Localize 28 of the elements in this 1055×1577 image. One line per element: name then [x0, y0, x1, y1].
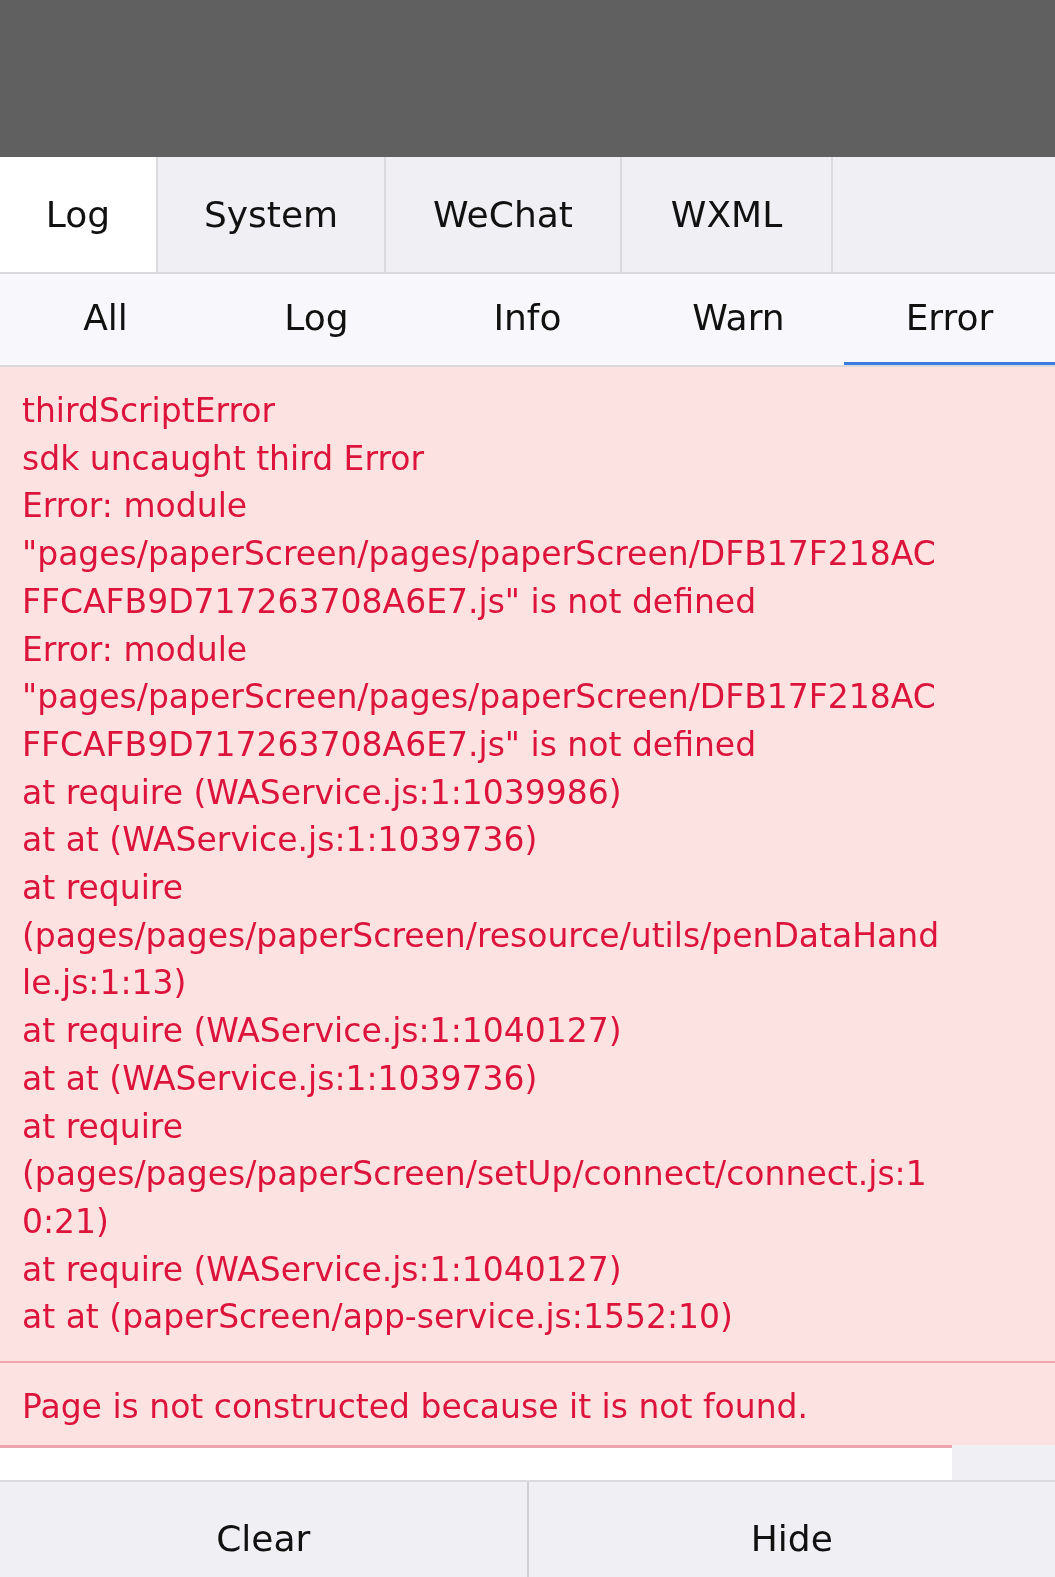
- log-line: at at (WAService.js:1:1039736): [22, 819, 539, 862]
- log-line: Error: module: [22, 485, 249, 528]
- log-line: le.js:1:13): [22, 962, 188, 1005]
- log-line: at at (paperScreen/app-service.js:1552:10): [22, 1296, 734, 1339]
- log-line: "pages/paperScreen/pages/paperScreen/DFB17F218AC: [22, 676, 937, 719]
- action-button[interactable]: Clear: [0, 1482, 527, 1577]
- filter-tab[interactable]: All: [0, 274, 211, 365]
- log-line: at at (WAService.js:1:1039736): [22, 1057, 539, 1100]
- log-line: sdk uncaught third Error: [22, 437, 426, 480]
- log-line: FFCAFB9D717263708A6E7.js" is not defined: [22, 723, 758, 766]
- log-line: 0:21): [22, 1200, 110, 1243]
- tab[interactable]: Log: [0, 157, 158, 272]
- log-line: at require: [22, 867, 184, 910]
- log-line: Page is not constructed because it is not found.: [22, 1386, 810, 1429]
- log-line: Error: module: [22, 628, 249, 671]
- filter-tab[interactable]: Info: [422, 274, 633, 365]
- action-button[interactable]: Hide: [526, 1482, 1055, 1577]
- log-line: at require: [22, 1105, 184, 1148]
- log-line: (pages/pages/paperScreen/resource/utils/penDataHand: [22, 914, 941, 957]
- log-line: FFCAFB9D717263708A6E7.js" is not defined: [22, 580, 758, 623]
- log-line: at require (WAService.js:1:1040127): [22, 1010, 623, 1053]
- log-line: at require (WAService.js:1:1039986): [22, 771, 623, 814]
- log-line: thirdScriptError: [22, 390, 277, 432]
- filter-tab[interactable]: Log: [211, 274, 422, 365]
- log-line: at require (WAService.js:1:1040127): [22, 1248, 623, 1291]
- log-line: (pages/pages/paperScreen/setUp/connect/connect.js:1: [22, 1153, 928, 1196]
- filter-tab[interactable]: Warn: [633, 274, 844, 365]
- log-line: "pages/paperScreen/pages/paperScreen/DFB17F218AC: [22, 533, 937, 576]
